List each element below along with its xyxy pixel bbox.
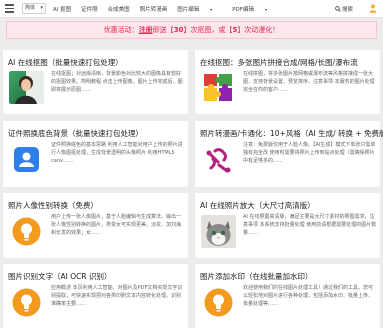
puzzle-icon — [201, 71, 236, 104]
hamburger-menu-icon[interactable] — [5, 4, 14, 13]
nav-links: AI 抠图 证件照 合成美图 照片转漫画 图片编辑 ▾ PDF编辑 ▾ — [53, 0, 287, 18]
card-title: 照片人像性别转换（免费） — [8, 201, 98, 210]
card-description: 在线拼图，将多张图片按网格或瀑布流等风格拼接成一张大图，支持背景设置、预览排序、… — [243, 71, 375, 94]
link-chain-icon — [206, 148, 231, 173]
card-title: 图片识别文字（AI OCR 识别） — [8, 272, 112, 281]
tool-card-ai-cutout[interactable]: AI 在线抠图（批量快速打包处理） 在线抠图；对远缘清晰，背景颜色对比较大的图像… — [3, 50, 188, 114]
card-description: 欢迎使用我们的在线图片处理工具！通过我们的工具，您可以轻松地对图片进行各种处理，… — [243, 285, 374, 308]
cat-photo-image — [201, 215, 236, 248]
dropdown-caret-icon: ▾ — [210, 7, 213, 12]
thumbnail-portrait-image — [9, 71, 44, 104]
card-title: 在线抠图：多张图片拼接合成/网格/长图/瀑布流 — [200, 58, 358, 67]
tool-card-upscale[interactable]: AI 在线照片放大（大尺寸高清版） AI 在线照图高清版，满足主要是大尺寸素材的… — [195, 193, 380, 258]
id-card-icon — [14, 147, 39, 172]
card-title: 证件照换底色背景（批量快速打包处理） — [8, 129, 143, 138]
tool-card-ocr[interactable]: 图片识别文字（AI OCR 识别） 应用概述 本页利用人工智能，对图片及PDF文… — [3, 264, 188, 328]
top-navbar: 简体 ▾ AI 抠图 证件照 合成美图 照片转漫画 图片编辑 ▾ PDF编辑 ▾ 搜… — [0, 0, 383, 18]
language-select[interactable]: 简体 ▾ — [22, 3, 46, 14]
bulb-icon — [204, 288, 233, 317]
promo-num1: 30 — [173, 26, 184, 34]
nav-link-pdf-edit[interactable]: PDF编辑 ▾ — [232, 5, 277, 13]
language-select-value: 简体 — [25, 5, 36, 11]
promo-mid1: 即送【 — [152, 26, 174, 34]
dropdown-caret-icon: ▾ — [264, 7, 267, 12]
promo-banner: 优惠活动：注册即送【30】次抠图，或【5】次动漫化！ — [6, 21, 377, 39]
card-description: 证件照换底色的基本思路 利用人工智能对用户上传的照片进行人像图抠处理，生成背景透… — [51, 142, 183, 165]
nav-link-id-photo[interactable]: 证件照 — [81, 5, 98, 13]
bulb-icon — [12, 288, 41, 317]
register-link[interactable]: 注册 — [139, 26, 153, 34]
chevron-down-icon: ▾ — [40, 5, 43, 11]
search-icon — [335, 6, 341, 12]
card-title: AI 在线抠图（批量快速打包处理） — [8, 58, 123, 67]
tool-card-collage[interactable]: 在线抠图：多张图片拼接合成/网格/长图/瀑布流 在线拼图，将多张图片按网格或瀑布… — [195, 50, 380, 114]
card-description: 在线抠图；对远缘清晰，背景颜色对比较大的图像具有较好的抠图效果。简明教程 点击上… — [51, 71, 183, 94]
card-description: 用户上传一张人像图片，基于人脸编辑与生成算法，输出一张人像性别转换的图片，男变女… — [51, 214, 182, 237]
promo-suffix: 】次动漫化！ — [237, 26, 280, 34]
tool-card-cartoon[interactable]: 照片转漫画/卡通化：10+风格（AI 生成/ 转换 + 免费版） 注意：免费版仅… — [195, 121, 383, 187]
search-label: 搜索 — [341, 7, 353, 13]
tool-card-gender-swap[interactable]: 照片人像性别转换（免费） 用户上传一张人像图片，基于人脸编辑与生成算法，输出一张… — [3, 193, 188, 258]
search-button[interactable]: 搜索 — [335, 5, 353, 13]
nav-link-composite[interactable]: 合成美图 — [108, 5, 130, 13]
tool-card-id-photo[interactable]: 证件照换底色背景（批量快速打包处理） 证件照换底色的基本思路 利用人工智能对用户… — [3, 121, 188, 187]
card-title: 图片添加水印（在线批量加水印） — [200, 272, 313, 281]
nav-link-pdf-edit-label: PDF编辑 — [232, 7, 254, 13]
card-title: AI 在线照片放大（大尺寸高清版） — [200, 201, 315, 210]
card-description: 注意：免费版仅用于人脸人像。【AI生成】模式下单张只需单独有完全改 使用时需要将… — [243, 142, 376, 165]
promo-mid2: 】次抠图，或【 — [183, 26, 233, 34]
promo-text: 优惠活动：注册即送【30】次抠图，或【5】次动漫化！ — [7, 22, 376, 38]
nav-link-ai-cutout[interactable]: AI 抠图 — [53, 5, 71, 13]
card-title: 照片转漫画/卡通化：10+风格（AI 生成/ 转换 + 免费版） — [200, 129, 383, 138]
tool-card-watermark[interactable]: 图片添加水印（在线批量加水印） 欢迎使用我们的在线图片处理工具！通过我们的工具，… — [195, 264, 380, 328]
card-description: 应用概述 本页利用人工智能，对图片及PDF文档实现文字识别提取，可快速实现把对各… — [51, 285, 183, 308]
nav-link-cartoon[interactable]: 照片转漫画 — [140, 5, 168, 13]
user-icon[interactable] — [369, 4, 377, 13]
promo-prefix: 优惠活动： — [103, 26, 139, 34]
nav-link-image-edit-label: 图片编辑 — [177, 7, 200, 13]
card-description: AI 在线照图高清版，满足主要是大尺寸素材的照图需求，注意事项 本系统支持批量处… — [243, 214, 377, 237]
nav-link-image-edit[interactable]: 图片编辑 ▾ — [177, 5, 222, 13]
bulb-icon — [12, 217, 41, 246]
